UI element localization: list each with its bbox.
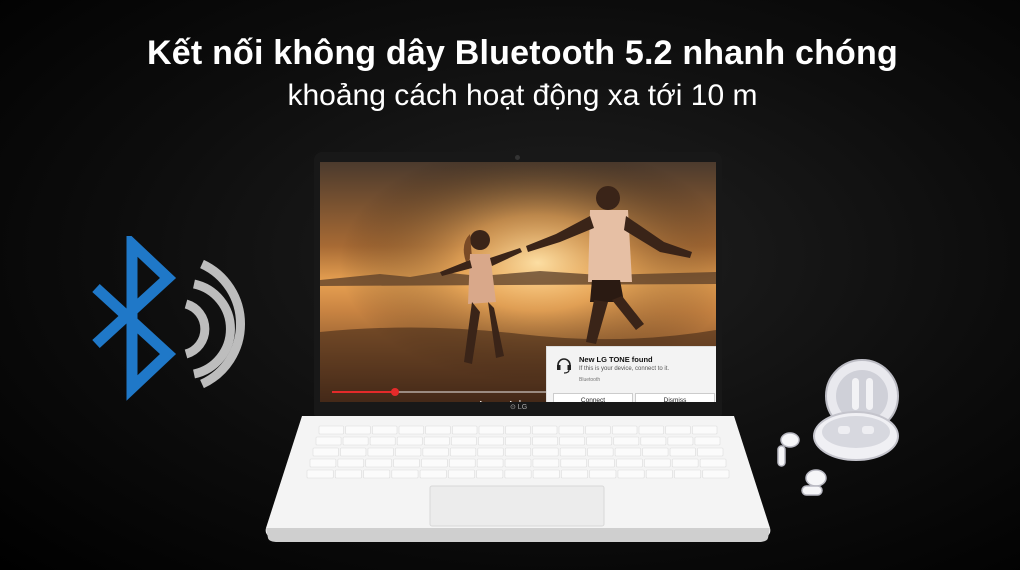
webcam: [515, 155, 520, 160]
notification-message: If this is your device, connect to it.: [579, 366, 670, 372]
notification-title: New LG TONE found: [579, 355, 653, 364]
headline: Kết nối không dây Bluetooth 5.2 nhanh ch…: [0, 34, 1020, 113]
lg-tone-earbuds-and-case: [772, 352, 932, 517]
lg-logo: ⊙ LG: [510, 404, 528, 411]
video-progress-played: [332, 391, 395, 393]
laptop-lid: ▶ ▶| New LG TONE found If this is your d…: [314, 152, 722, 416]
laptop-keyboard-deck: [262, 416, 774, 543]
headline-line-1: Kết nối không dây Bluetooth 5.2 nhanh ch…: [147, 34, 898, 72]
play-icon[interactable]: ▶: [480, 398, 488, 402]
headset-icon: [555, 354, 573, 379]
bluetooth-notification: New LG TONE found If this is your device…: [546, 346, 716, 402]
video-progress-knob[interactable]: [390, 388, 399, 396]
skip-next-icon[interactable]: ▶|: [510, 398, 521, 402]
dismiss-button[interactable]: Dismiss: [635, 393, 715, 402]
bluetooth-icon: [88, 231, 248, 411]
headline-line-2: khoảng cách hoạt động xa tới 10 m: [287, 79, 758, 112]
notification-source: Bluetooth: [579, 377, 601, 383]
laptop-screen: ▶ ▶| New LG TONE found If this is your d…: [320, 162, 716, 402]
connect-button[interactable]: Connect: [553, 393, 633, 402]
